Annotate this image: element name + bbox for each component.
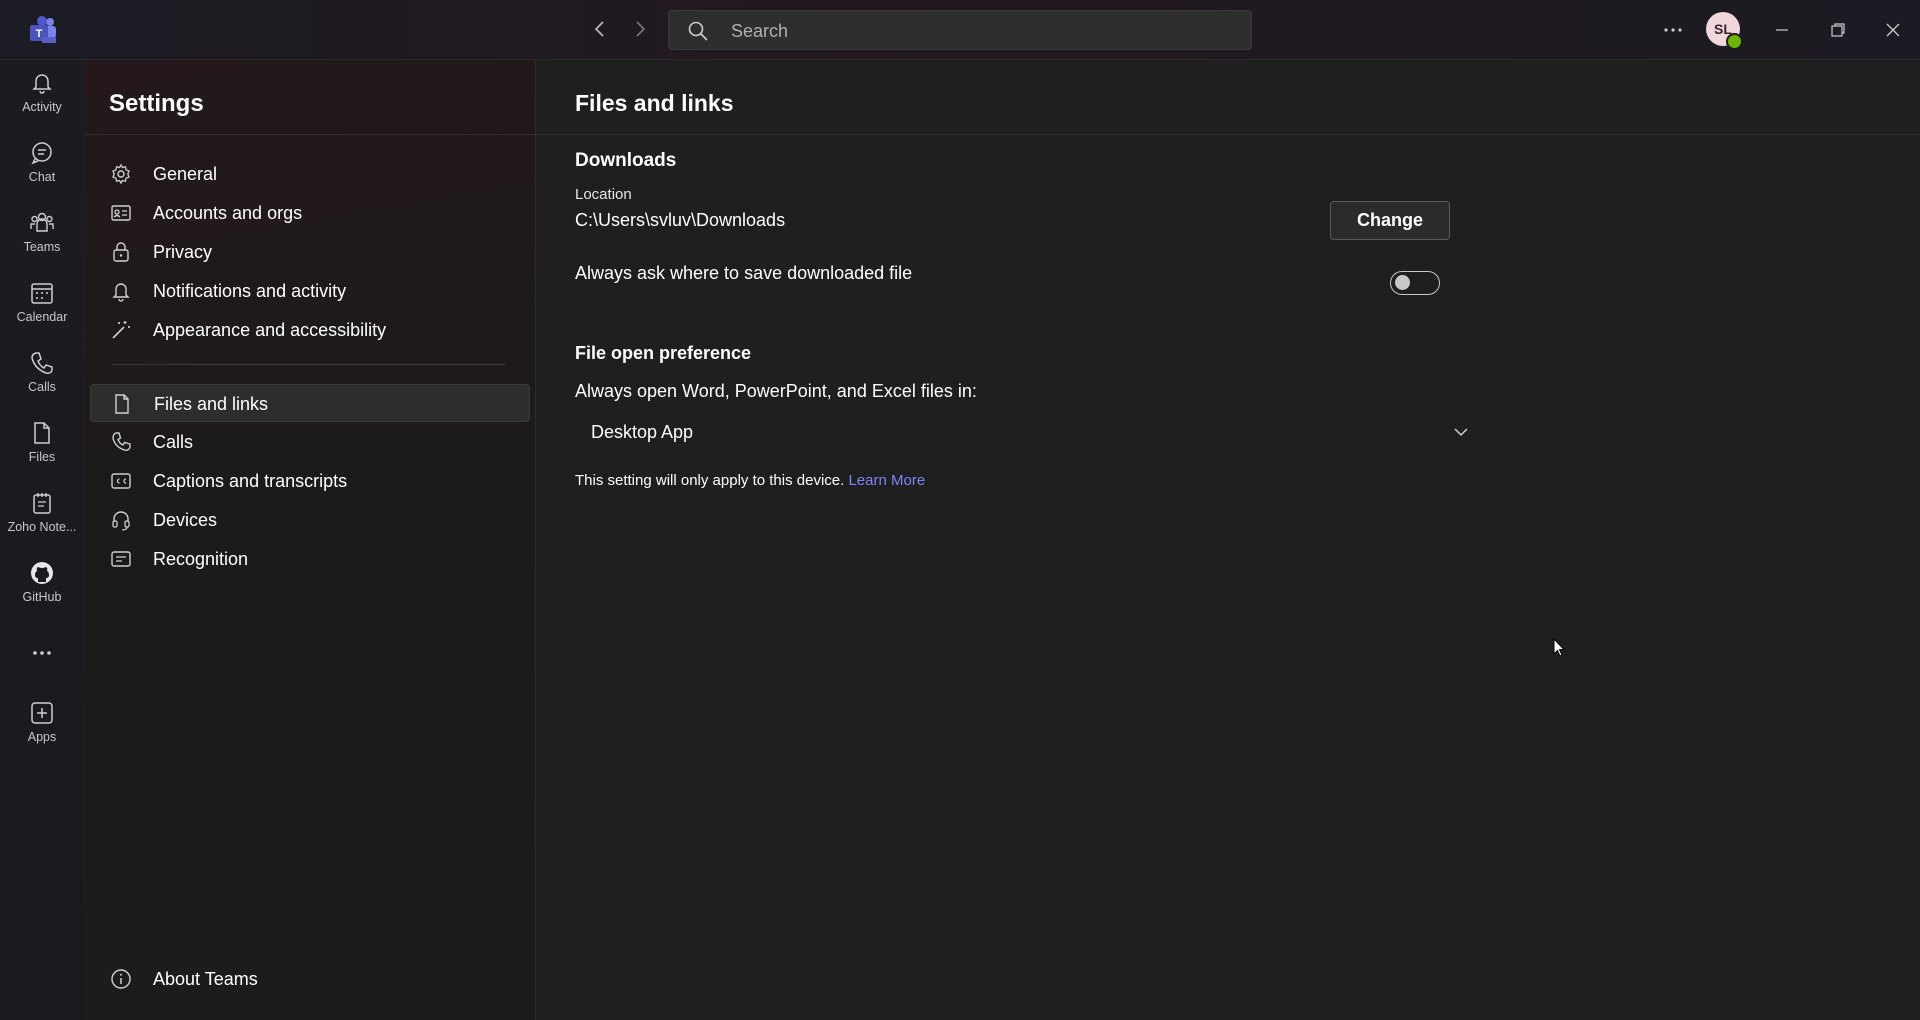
settings-item-label: Devices [153,510,218,530]
calendar-icon [29,280,55,306]
settings-item-label: Files and links [154,394,269,414]
rail-item-files[interactable]: Files [0,420,84,482]
rail-label: Calls [28,380,56,394]
github-icon [29,560,55,586]
settings-title: Settings [109,90,204,117]
phone-icon [29,350,55,376]
magic-wand-icon [110,319,132,341]
rail-label: Teams [23,240,61,254]
mouse-cursor-icon [1553,638,1567,658]
rail-label: GitHub [22,590,62,604]
divider [536,134,1920,135]
device-note: This setting will only apply to this dev… [575,472,925,489]
bell-icon [110,280,132,302]
about-teams-label: About Teams [153,969,258,989]
settings-item-general[interactable]: General [90,155,530,193]
rail-label: Files [28,450,56,464]
settings-item-label: Recognition [153,549,249,569]
search-input[interactable]: Search [668,10,1252,50]
close-button[interactable] [1881,18,1905,42]
recognition-icon [110,548,132,570]
toggle-knob [1395,275,1410,290]
rail-label: Zoho Note... [7,520,77,534]
rail-item-teams[interactable]: Teams [0,210,84,272]
search-placeholder: Search [731,21,789,41]
svg-text:T: T [36,28,43,40]
lock-icon [110,241,132,263]
rail-item-github[interactable]: GitHub [0,560,84,622]
page-title: Files and links [575,90,734,116]
gear-icon [110,163,132,185]
device-note-text: This setting will only apply to this dev… [575,472,845,489]
rail-label: Chat [28,170,56,184]
minimize-button[interactable] [1770,18,1794,42]
presence-available-icon [1726,33,1743,50]
more-icon [29,640,55,666]
rail-item-chat[interactable]: Chat [0,140,84,202]
file-icon [111,393,133,415]
settings-item-calls[interactable]: Calls [90,423,530,461]
notebook-icon [29,490,55,516]
rail-label: Activity [22,100,62,114]
file-open-label: Always open Word, PowerPoint, and Excel … [575,381,977,401]
settings-item-label: Captions and transcripts [153,471,348,491]
info-icon [110,968,132,990]
settings-item-accounts-and-orgs[interactable]: Accounts and orgs [90,194,530,232]
back-button[interactable] [588,17,612,41]
location-label: Location [575,186,632,203]
rail-item-calls[interactable]: Calls [0,350,84,412]
teams-logo-icon: T [28,16,58,44]
phone-icon [110,431,132,453]
closed-captions-icon [110,470,132,492]
divider [85,134,535,135]
forward-button[interactable] [628,17,652,41]
settings-item-label: General [153,164,218,184]
rail-item-zoho-notebook[interactable]: Zoho Note... [0,490,84,552]
rail-item-apps[interactable]: Apps [0,700,84,762]
search-icon [687,20,709,42]
always-ask-label: Always ask where to save downloaded file [575,263,913,283]
divider [112,364,505,365]
settings-item-label: Calls [153,432,194,452]
settings-item-devices[interactable]: Devices [90,501,530,539]
add-app-icon [29,700,55,726]
always-ask-toggle[interactable] [1390,271,1440,295]
headset-icon [110,509,132,531]
rail-more-apps-button[interactable] [0,640,84,670]
bell-icon [29,70,55,96]
location-value: C:\Users\svluv\Downloads [575,210,786,230]
file-open-heading: File open preference [575,343,752,363]
settings-item-files-and-links[interactable]: Files and links [90,384,530,422]
settings-item-notifications[interactable]: Notifications and activity [90,272,530,310]
settings-item-privacy[interactable]: Privacy [90,233,530,271]
settings-sidebar: Settings General Accounts and orgs Priva… [85,60,536,1020]
settings-item-captions[interactable]: Captions and transcripts [90,462,530,500]
settings-item-label: Accounts and orgs [153,203,303,223]
settings-item-recognition[interactable]: Recognition [90,540,530,578]
about-teams-item[interactable]: About Teams [90,960,530,998]
title-bar: T Search SL [0,0,1920,60]
file-icon [29,420,55,446]
dropdown-selected-value: Desktop App [591,422,694,442]
chat-icon [29,140,55,166]
settings-item-label: Notifications and activity [153,281,347,301]
contact-card-icon [110,202,132,224]
downloads-heading: Downloads [575,150,677,171]
settings-item-appearance[interactable]: Appearance and accessibility [90,311,530,349]
learn-more-link[interactable]: Learn More [848,472,925,489]
settings-item-label: Privacy [153,242,213,262]
change-location-button[interactable]: Change [1330,201,1450,240]
teams-icon [29,210,55,236]
files-and-links-panel: Files and links Downloads Location C:\Us… [536,60,1920,1020]
restore-button[interactable] [1826,18,1850,42]
settings-item-label: Appearance and accessibility [153,320,387,340]
file-open-dropdown[interactable]: Desktop App [575,414,1468,452]
rail-label: Calendar [16,310,68,324]
rail-item-activity[interactable]: Activity [0,70,84,132]
more-options-icon[interactable] [1660,18,1686,42]
app-rail: Activity Chat Teams Calendar Calls Files [0,60,84,1020]
chevron-down-icon [1451,422,1471,442]
rail-item-calendar[interactable]: Calendar [0,280,84,342]
rail-label: Apps [27,730,57,744]
